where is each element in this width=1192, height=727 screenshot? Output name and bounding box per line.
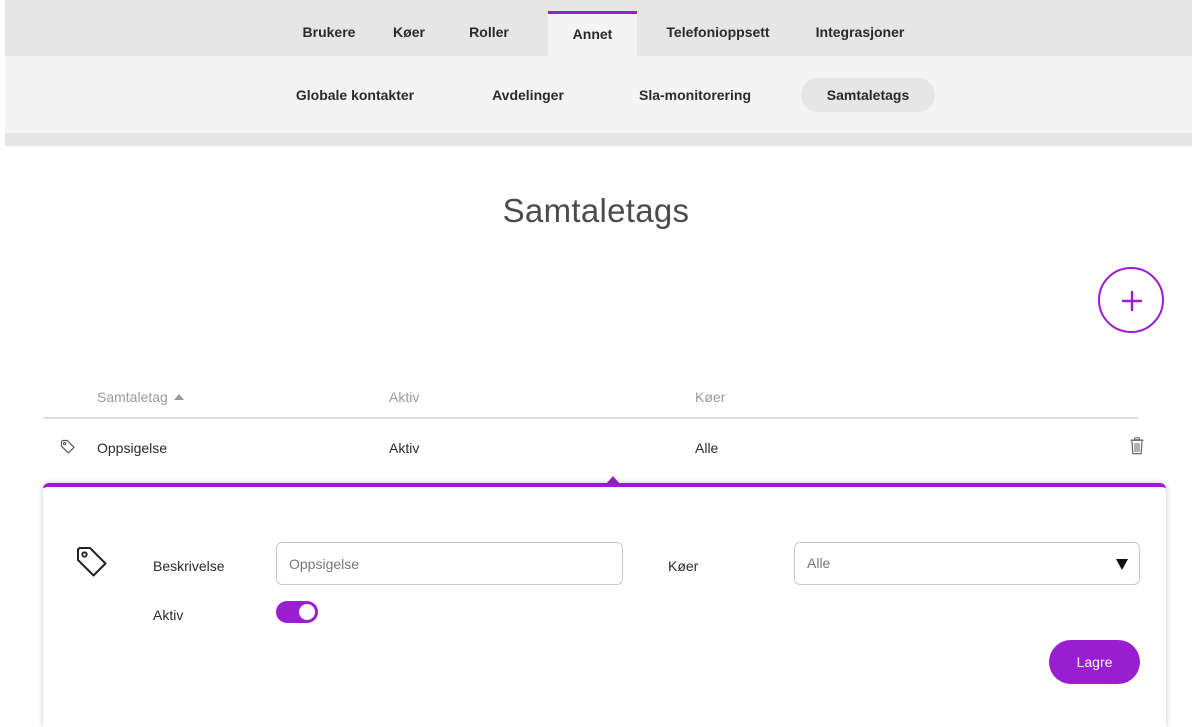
active-label: Aktiv bbox=[153, 607, 184, 623]
column-header-aktiv: Aktiv bbox=[389, 389, 420, 405]
column-header-koer: Køer bbox=[695, 389, 726, 405]
tab-integrasjoner[interactable]: Integrasjoner bbox=[805, 11, 915, 56]
queues-label: Køer bbox=[668, 558, 699, 574]
row-tag-name: Oppsigelse bbox=[97, 440, 168, 456]
plus-icon bbox=[1122, 291, 1142, 311]
nav-divider bbox=[5, 133, 1192, 146]
row-queues: Alle bbox=[695, 440, 719, 456]
queues-select[interactable]: Alle bbox=[794, 542, 1140, 585]
tab-annet[interactable]: Annet bbox=[548, 11, 637, 56]
tab-telefonioppsett[interactable]: Telefonioppsett bbox=[653, 11, 783, 56]
column-header-samtaletag[interactable]: Samtaletag bbox=[97, 389, 184, 405]
column-header-label: Samtaletag bbox=[97, 389, 168, 405]
tag-icon bbox=[77, 547, 107, 577]
save-button[interactable]: Lagre bbox=[1049, 640, 1140, 684]
subtab-avdelinger[interactable]: Avdelinger bbox=[473, 78, 583, 112]
trash-icon[interactable] bbox=[1130, 437, 1144, 455]
tag-icon bbox=[60, 439, 75, 454]
toggle-knob bbox=[299, 604, 315, 620]
subtab-globale-kontakter[interactable]: Globale kontakter bbox=[280, 78, 430, 112]
queues-select-value: Alle bbox=[807, 555, 831, 571]
row-active-status: Aktiv bbox=[389, 440, 420, 456]
tab-roller[interactable]: Roller bbox=[458, 11, 520, 56]
top-navigation: Brukere Køer Roller Annet Telefonioppset… bbox=[5, 0, 1192, 56]
subtab-samtaletags[interactable]: Samtaletags bbox=[801, 78, 935, 112]
dropdown-arrow-icon bbox=[1116, 559, 1128, 570]
sub-navigation: Globale kontakter Avdelinger Sla-monitor… bbox=[5, 56, 1192, 133]
description-label: Beskrivelse bbox=[153, 558, 225, 574]
add-tag-button[interactable] bbox=[1098, 267, 1164, 333]
tab-brukere[interactable]: Brukere bbox=[289, 11, 369, 56]
subtab-sla-monitorering[interactable]: Sla-monitorering bbox=[625, 78, 765, 112]
active-toggle[interactable] bbox=[276, 601, 318, 623]
tab-koer[interactable]: Køer bbox=[381, 11, 437, 56]
description-input[interactable] bbox=[276, 542, 623, 585]
sort-up-icon bbox=[173, 394, 184, 400]
table-row[interactable]: Oppsigelse Aktiv Alle bbox=[43, 419, 1144, 479]
page-title: Samtaletags bbox=[502, 192, 690, 229]
edit-tag-panel: Beskrivelse Køer Alle Aktiv Lagre bbox=[43, 483, 1166, 727]
